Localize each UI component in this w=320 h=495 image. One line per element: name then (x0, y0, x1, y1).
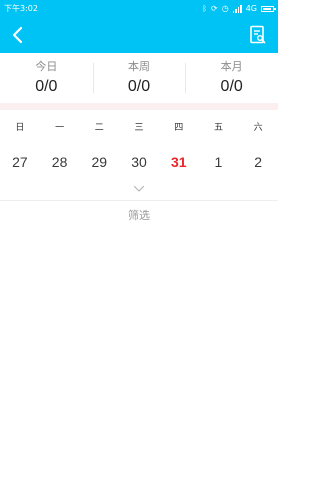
nav-bar (0, 17, 278, 53)
stat-value: 0/0 (127, 77, 151, 95)
calendar-week-row: 27 28 29 30 31 1 2 (0, 150, 278, 174)
chevron-left-icon (12, 26, 23, 44)
calendar-weekday-header: 日 一 二 三 四 五 六 (0, 118, 278, 138)
battery-icon (261, 5, 276, 12)
stat-value: 0/0 (35, 77, 58, 95)
row-divider (0, 200, 278, 201)
stat-value: 0/0 (220, 77, 243, 95)
weekday-label: 三 (134, 123, 144, 133)
network-type: 4G (245, 4, 257, 13)
calendar-date[interactable]: 28 (40, 150, 80, 174)
stat-today[interactable]: 今日 0/0 (0, 53, 93, 103)
calendar-date[interactable]: 1 (199, 150, 239, 174)
document-search-icon (250, 25, 266, 44)
weekday-label: 四 (174, 123, 184, 133)
stat-label: 本周 (128, 59, 150, 73)
section-divider (0, 103, 278, 110)
weekday-label: 五 (213, 123, 223, 133)
expand-calendar-toggle[interactable] (0, 183, 278, 195)
report-button[interactable] (246, 23, 270, 47)
filter-button[interactable]: 筛选 (0, 206, 278, 226)
stat-label: 今日 (35, 59, 58, 73)
status-icons: ᛒ ⟳ ◷ 4G (202, 3, 276, 13)
sync-icon: ⟳ (211, 3, 218, 13)
calendar-date[interactable]: 30 (119, 150, 159, 174)
calendar-date[interactable]: 29 (79, 150, 119, 174)
alarm-icon: ◷ (221, 3, 229, 13)
weekday-label: 一 (55, 123, 65, 133)
weekday-label: 六 (253, 123, 263, 133)
calendar-date[interactable]: 2 (238, 150, 278, 174)
stat-label: 本月 (220, 59, 243, 73)
back-button[interactable] (6, 23, 30, 47)
stats-summary: 今日 0/0 本周 0/0 本月 0/0 (0, 53, 278, 103)
stat-week[interactable]: 本周 0/0 (92, 53, 186, 103)
calendar-date[interactable]: 27 (0, 150, 40, 174)
weekday-label: 二 (94, 123, 104, 133)
weekday-label: 日 (15, 123, 25, 133)
status-time: 下午3:02 (4, 4, 38, 13)
signal-icon (232, 4, 242, 13)
bluetooth-icon: ᛒ (202, 3, 208, 13)
status-bar: 下午3:02 ᛒ ⟳ ◷ 4G (0, 0, 278, 17)
stat-month[interactable]: 本月 0/0 (185, 53, 278, 103)
calendar-date[interactable]: 31 (159, 150, 199, 174)
chevron-down-icon (133, 185, 145, 192)
